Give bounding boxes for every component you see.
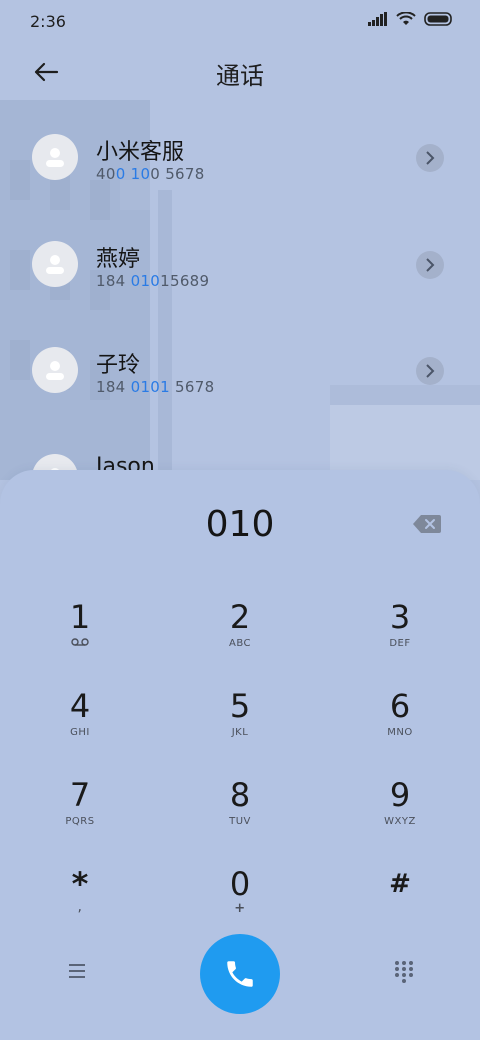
key-letters: + [234,901,246,916]
header: 通话 [0,48,480,96]
key-digit: 0 [229,865,251,903]
number-segment: 0 5678 [150,165,205,183]
contact-name: 小米客服 [96,140,185,165]
bottom-bar [0,932,480,1022]
contact-detail-button[interactable] [416,251,444,279]
chevron-right-icon [426,151,435,165]
contact-detail-button[interactable] [416,357,444,385]
key-1[interactable]: 1 [20,598,140,674]
contact-row[interactable]: 子玲 184 0101 5678 [0,333,480,433]
contact-row[interactable]: Jason [0,440,480,470]
key-star[interactable]: * , [20,865,140,941]
keypad-grid-icon[interactable] [394,960,414,984]
number-match: 010 [130,272,161,290]
key-digit: 3 [389,598,411,636]
avatar [32,454,78,470]
key-digit: 1 [69,598,91,636]
key-8[interactable]: 8 TUV [180,776,300,852]
person-icon [46,148,64,167]
number-match: 0 [115,165,126,183]
contact-number: 184 0101 5678 [96,378,214,396]
voicemail-icon [71,638,89,646]
battery-icon [424,12,452,26]
page-title: 通话 [216,62,264,90]
contact-name: Jason [96,454,155,470]
dialpad: 010 1 2 ABC 3 DEF 4 GHI 5 JKL 6 MNO 7 PQ… [0,470,480,1040]
number-match: 0101 [130,378,170,396]
number-segment: 184 [96,378,131,396]
number-segment: 184 [96,272,131,290]
key-digit: 9 [389,776,411,814]
key-letters: PQRS [65,816,95,827]
key-digit: 4 [69,687,91,725]
number-segment: 40 [96,165,116,183]
key-letters: , [77,899,83,915]
number-segment: 5678 [169,378,215,396]
contact-row[interactable]: 燕婷 184 01015689 [0,227,480,327]
chevron-right-icon [426,364,435,378]
key-7[interactable]: 7 PQRS [20,776,140,852]
key-letters: ABC [228,638,251,649]
key-letters: JKL [231,727,249,738]
key-letters: DEF [389,638,411,649]
person-icon [46,255,64,274]
avatar [32,241,78,287]
contact-name: 燕婷 [96,247,141,272]
contact-row[interactable]: 小米客服 400 100 5678 [0,120,480,220]
avatar [32,347,78,393]
key-digit: 6 [389,687,411,725]
number-match: 10 [130,165,151,183]
signal-icon [368,12,387,26]
key-9[interactable]: 9 WXYZ [340,776,460,852]
person-icon [46,361,64,380]
key-3[interactable]: 3 DEF [340,598,460,674]
dialed-number: 010 [205,504,275,545]
avatar [32,134,78,180]
key-digit: 7 [69,776,91,814]
menu-icon[interactable] [66,962,88,980]
key-digit: 2 [229,598,251,636]
call-button[interactable] [200,934,280,1014]
key-5[interactable]: 5 JKL [180,687,300,763]
key-letters: WXYZ [384,816,416,827]
key-letters: MNO [387,727,413,738]
contact-number: 400 100 5678 [96,165,205,183]
contact-list: 小米客服 400 100 5678 燕婷 184 01015689 子玲 184… [0,120,480,470]
status-bar: 2:36 [0,0,480,42]
key-digit: 8 [229,776,251,814]
contact-name: 子玲 [96,353,141,378]
chevron-right-icon [426,258,435,272]
key-digit: 5 [229,687,251,725]
contact-number: 184 01015689 [96,272,209,290]
status-time: 2:36 [30,12,66,31]
contact-detail-button[interactable] [416,144,444,172]
key-digit: # [389,869,411,899]
phone-icon [227,961,253,987]
key-hash[interactable]: # [340,865,460,941]
key-2[interactable]: 2 ABC [180,598,300,674]
key-digit: * [71,865,89,903]
key-4[interactable]: 4 GHI [20,687,140,763]
wifi-icon [396,12,416,25]
backspace-icon[interactable] [412,514,442,534]
key-letters: GHI [70,727,90,738]
key-6[interactable]: 6 MNO [340,687,460,763]
number-segment: 15689 [160,272,210,290]
key-letters: TUV [229,816,251,827]
key-0[interactable]: 0 + [180,865,300,941]
